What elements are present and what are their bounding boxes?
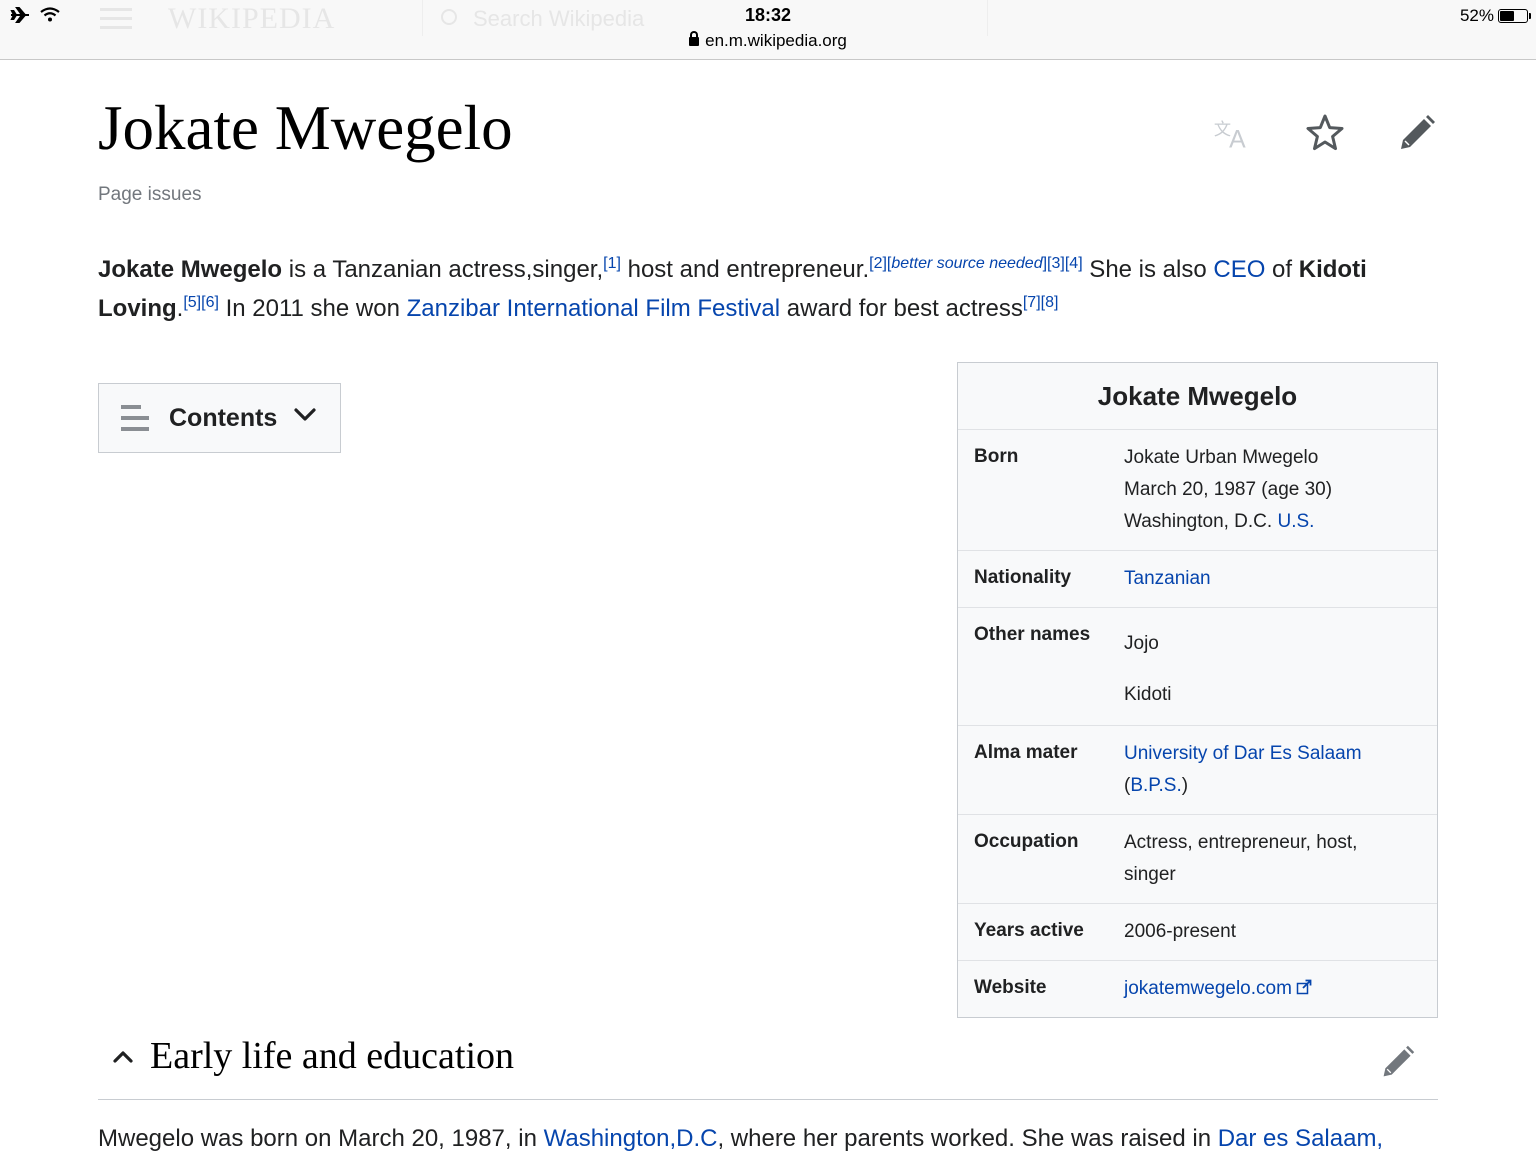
infobox-label: Other names [974,624,1091,645]
page-issues-link[interactable]: Page issues [98,184,202,206]
intro-text: of [1265,256,1299,283]
dar-es-salaam-link[interactable]: Dar es Salaam, [1218,1125,1383,1152]
ref-link[interactable]: [4] [1065,255,1083,272]
intro-text: award for best actress [780,295,1023,322]
section-text: , where her parents worked. She was rais… [717,1125,1218,1152]
contents-toggle[interactable]: Contents [98,383,341,453]
section-header-early-life[interactable]: Early life and education [98,1030,1438,1100]
infobox-value: Actress, entrepreneur, host, singer [1124,827,1421,891]
external-link-icon [1296,979,1312,995]
infobox-label: Years active [974,920,1084,941]
infobox-label: Alma mater [974,742,1078,763]
lock-icon [689,31,700,46]
intro-text: host and entrepreneur. [620,256,870,283]
infobox-title: Jokate Mwegelo [958,363,1437,430]
section-text: Mwegelo was born on March 20, 1987, in [98,1125,544,1152]
ref-link[interactable]: [2] [869,255,887,272]
ref-link[interactable]: [6] [201,294,219,311]
infobox-row-years-active: Years active 2006-present [958,904,1437,961]
infobox-row-other-names: Other names Jojo Kidoti [958,608,1437,726]
star-icon [1306,114,1344,151]
infobox-label: Nationality [974,567,1072,588]
bracket: ) [1181,775,1189,796]
url-text: en.m.wikipedia.org [705,31,847,50]
infobox-row-born: Born Jokate Urban Mwegelo March 20, 1987… [958,430,1437,551]
infobox-label: Website [974,977,1047,998]
other-name: Jojo [1124,633,1159,654]
degree-link[interactable]: B.P.S. [1130,775,1181,796]
ref-link[interactable]: [3] [1047,255,1065,272]
infobox-row-alma-mater: Alma mater University of Dar Es Salaam (… [958,726,1437,815]
us-link[interactable]: U.S. [1277,511,1314,532]
battery-icon [1498,9,1531,23]
list-icon [121,405,149,431]
intro-text: She is also [1082,256,1214,283]
svg-text:A: A [1229,126,1246,151]
birth-place: Washington, D.C. U.S. [1124,506,1421,538]
intro-paragraph: Jokate Mwegelo is a Tanzanian actress,si… [98,250,1438,328]
university-link[interactable]: University of Dar Es Salaam [1124,743,1362,764]
section-paragraph: Mwegelo was born on March 20, 1987, in W… [98,1120,1438,1152]
infobox-value: University of Dar Es Salaam (B.P.S.) [1124,738,1421,802]
ref-link[interactable]: [1] [603,255,621,272]
infobox-value: Jokate Urban Mwegelo March 20, 1987 (age… [1124,442,1421,538]
intro-text: is a Tanzanian actress,singer, [282,256,604,283]
other-name: Kidoti [1124,684,1172,705]
ref-link[interactable]: [8] [1041,294,1059,311]
page-title: Jokate Mwegelo [98,93,513,163]
intro-text: In 2011 she won [218,295,407,322]
occupation-text: singer [1124,864,1176,885]
chevron-down-icon [294,408,316,421]
infobox-label: Born [974,446,1019,467]
infobox: Jokate Mwegelo Born Jokate Urban Mwegelo… [957,362,1438,1018]
ceo-link[interactable]: CEO [1213,256,1265,283]
better-source-needed-link[interactable]: better source needed [891,255,1042,272]
infobox-row-occupation: Occupation Actress, entrepreneur, host, … [958,815,1437,904]
edit-section-button[interactable] [1380,1044,1416,1085]
section-title: Early life and education [150,1035,515,1077]
birth-date: March 20, 1987 (age 30) [1124,479,1333,500]
tanzanian-link[interactable]: Tanzanian [1124,568,1211,589]
edit-page-button[interactable] [1396,112,1438,154]
battery-percent: 52% [1459,6,1494,25]
infobox-value: 2006-present [1124,921,1236,942]
website-link[interactable]: jokatemwegelo.com [1124,978,1292,999]
page-actions: 文 A [1212,112,1438,154]
pencil-icon [1383,1045,1415,1077]
address-bar[interactable]: en.m.wikipedia.org [0,31,1536,51]
birth-place-text: Washington, D.C. [1124,511,1278,532]
birth-name: Jokate Urban Mwegelo [1124,447,1319,468]
subject-name: Jokate Mwegelo [98,256,283,283]
ref-link[interactable]: [5] [183,294,201,311]
infobox-row-website: Website jokatemwegelo.com [958,961,1437,1017]
infobox-row-nationality: Nationality Tanzanian [958,551,1437,608]
zanzibar-film-festival-link[interactable]: Zanzibar International Film Festival [407,295,780,322]
battery-status: 52% [1459,6,1531,26]
occupation-text: Actress, entrepreneur, host, [1124,832,1358,853]
infobox-value: Jojo Kidoti [1124,620,1421,711]
language-icon: 文 A [1214,120,1246,151]
washington-dc-link[interactable]: Washington,D.C [544,1125,718,1152]
ref-link[interactable]: [7] [1023,294,1041,311]
infobox-value: Tanzanian [1124,563,1421,595]
chevron-up-icon [113,1051,133,1063]
status-bar: WIKIPEDIA Search Wikipedia 18:32 en.m.wi… [0,0,1536,60]
watch-button[interactable] [1304,112,1346,154]
infobox-value: jokatemwegelo.com [1124,973,1421,1005]
infobox-label: Occupation [974,831,1079,852]
clock: 18:32 [744,5,792,25]
contents-label: Contents [169,403,278,432]
pencil-icon [1401,115,1435,149]
language-button[interactable]: 文 A [1212,112,1254,154]
battery-fill [1500,11,1514,21]
